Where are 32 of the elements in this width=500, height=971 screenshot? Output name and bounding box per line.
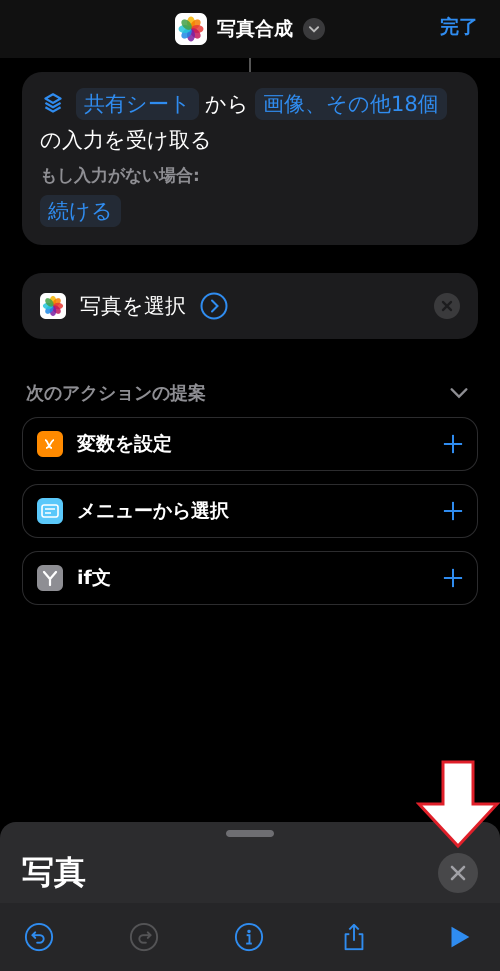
sheet-title: 写真 <box>22 852 86 893</box>
plus-icon[interactable] <box>443 434 463 454</box>
down-arrow-icon <box>416 760 500 850</box>
plus-icon[interactable] <box>443 501 463 521</box>
parameter-token[interactable]: 続ける <box>40 195 121 227</box>
suggestion-label: 変数を設定 <box>77 432 172 457</box>
drag-handle[interactable] <box>226 830 274 837</box>
suggestion-label: メニューから選択 <box>77 499 229 524</box>
shortcut-title: 写真合成 <box>217 17 293 42</box>
info-icon[interactable] <box>234 922 264 952</box>
action-text: から <box>205 91 249 118</box>
parameter-token[interactable]: 共有シート <box>76 88 199 120</box>
menu-icon <box>37 498 63 524</box>
undo-icon[interactable] <box>24 922 54 952</box>
plus-icon[interactable] <box>443 568 463 588</box>
parameter-token[interactable]: 画像、その他18個 <box>255 88 447 120</box>
suggestion-label: if文 <box>77 566 111 591</box>
chevron-right-icon[interactable] <box>200 292 228 320</box>
suggestion-row[interactable]: 変数を設定 <box>22 417 478 471</box>
branch-icon <box>37 565 63 591</box>
chevron-down-icon[interactable] <box>303 18 325 40</box>
suggestion-row[interactable]: メニューから選択 <box>22 484 478 538</box>
photos-app-icon <box>40 293 66 319</box>
section-title: 次のアクションの提案 <box>26 382 207 405</box>
variable-icon <box>37 431 63 457</box>
photos-app-icon <box>175 13 207 45</box>
action-text: の入力を受け取る <box>40 127 212 154</box>
suggestion-row[interactable]: if文 <box>22 551 478 605</box>
action-title: 写真を選択 <box>80 293 186 320</box>
close-icon[interactable] <box>438 853 478 893</box>
fallback-label: もし入力がない場合: <box>40 165 201 187</box>
done-button[interactable]: 完了 <box>440 14 478 40</box>
